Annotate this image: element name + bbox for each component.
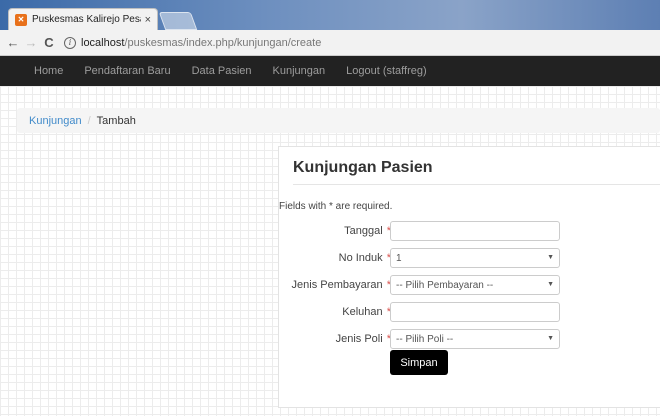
jenis-pembayaran-select[interactable]: -- Pilih Pembayaran -- ▼: [390, 275, 560, 295]
keluhan-label: Keluhan *: [342, 306, 391, 318]
nav-kunjungan[interactable]: Kunjungan: [273, 65, 326, 77]
no-induk-label: No Induk *: [339, 252, 391, 264]
forward-icon[interactable]: →: [22, 35, 40, 50]
info-icon[interactable]: i: [64, 36, 76, 49]
jenis-poli-label-text: Jenis Poli: [335, 333, 383, 345]
keluhan-input[interactable]: [390, 302, 560, 322]
back-icon[interactable]: ←: [4, 35, 22, 50]
page-content: Kunjungan / Tambah Kunjungan Pasien Fiel…: [0, 86, 660, 416]
row-keluhan: Keluhan *: [279, 302, 660, 322]
simpan-button[interactable]: Simpan: [390, 350, 448, 375]
jenis-poli-value: -- Pilih Poli --: [396, 333, 454, 345]
row-jenis-poli: Jenis Poli * -- Pilih Poli -- ▼: [279, 329, 660, 349]
address-bar: ← → C i localhost/puskesmas/index.php/ku…: [0, 30, 660, 56]
breadcrumb: Kunjungan / Tambah: [17, 108, 660, 133]
nav-data-pasien[interactable]: Data Pasien: [192, 65, 252, 77]
nav-home[interactable]: Home: [34, 65, 63, 77]
title-divider: [293, 184, 660, 185]
tanggal-label: Tanggal *: [344, 225, 391, 237]
dropdown-arrow-icon: ▼: [547, 254, 554, 261]
dropdown-arrow-icon: ▼: [547, 335, 554, 342]
jenis-pembayaran-label-text: Jenis Pembayaran: [291, 279, 383, 291]
reload-icon[interactable]: C: [40, 35, 58, 50]
jenis-poli-label: Jenis Poli *: [336, 333, 391, 345]
jenis-pembayaran-label: Jenis Pembayaran *: [292, 279, 391, 291]
required-note: Fields with * are required.: [279, 201, 393, 212]
page-title: Kunjungan Pasien: [293, 159, 433, 176]
no-induk-value: 1: [396, 252, 402, 264]
url-host: localhost: [81, 36, 125, 49]
tab-close-icon[interactable]: ×: [145, 14, 151, 26]
tanggal-input[interactable]: [390, 221, 560, 241]
no-induk-select[interactable]: 1 ▼: [390, 248, 560, 268]
row-jenis-pembayaran: Jenis Pembayaran * -- Pilih Pembayaran -…: [279, 275, 660, 295]
jenis-pembayaran-value: -- Pilih Pembayaran --: [396, 279, 494, 291]
nav-logout[interactable]: Logout (staffreg): [346, 65, 427, 77]
row-tanggal: Tanggal *: [279, 221, 660, 241]
main-navbar: Home Pendaftaran Baru Data Pasien Kunjun…: [0, 56, 660, 86]
nav-pendaftaran-baru[interactable]: Pendaftaran Baru: [84, 65, 170, 77]
keluhan-label-text: Keluhan: [342, 306, 383, 318]
url-input[interactable]: i localhost/puskesmas/index.php/kunjunga…: [64, 33, 660, 53]
tab-title: Puskesmas Kalirejo Pesa: [32, 14, 141, 25]
browser-tab[interactable]: ✕ Puskesmas Kalirejo Pesa ×: [8, 8, 158, 30]
no-induk-label-text: No Induk: [338, 252, 383, 264]
browser-tab-bar: ✕ Puskesmas Kalirejo Pesa ×: [0, 0, 660, 30]
breadcrumb-kunjungan-link[interactable]: Kunjungan: [29, 115, 82, 127]
url-path: /puskesmas/index.php/kunjungan/create: [124, 36, 322, 49]
form-panel: Kunjungan Pasien Fields with * are requi…: [278, 146, 660, 408]
breadcrumb-active: Tambah: [96, 114, 136, 127]
breadcrumb-separator: /: [87, 114, 91, 127]
row-no-induk: No Induk * 1 ▼: [279, 248, 660, 268]
xampp-favicon-icon: ✕: [15, 13, 27, 26]
tanggal-label-text: Tanggal: [344, 225, 383, 237]
jenis-poli-select[interactable]: -- Pilih Poli -- ▼: [390, 329, 560, 349]
new-tab-button[interactable]: [158, 12, 198, 30]
dropdown-arrow-icon: ▼: [547, 281, 554, 288]
